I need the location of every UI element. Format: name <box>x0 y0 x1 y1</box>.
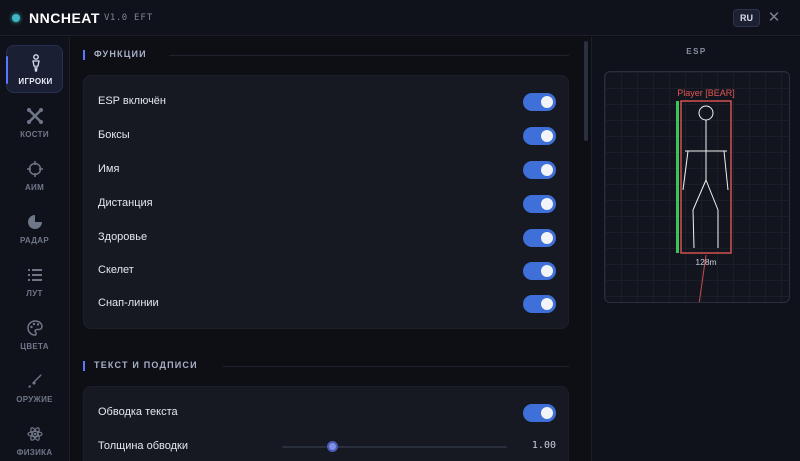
section-title-text: ФУНКЦИИ <box>94 49 147 59</box>
toggle-row-esp: ESP включён <box>84 85 570 119</box>
weapon-icon <box>6 372 63 390</box>
toggle-knob <box>541 232 553 244</box>
outline-thickness-slider[interactable] <box>282 441 507 452</box>
app-title: NNCHEAT <box>29 10 100 26</box>
list-icon <box>6 266 63 284</box>
esp-preview-frame: Player [BEAR] 128m <box>604 71 790 303</box>
sidebar-item-aim[interactable]: АИМ <box>6 152 63 200</box>
toggle-knob <box>541 298 553 310</box>
toggle-label: Снап-линии <box>98 297 159 309</box>
bones-icon <box>6 107 63 125</box>
toggle-label: Дистанция <box>98 197 153 209</box>
text-card: Обводка текста Толщина обводки 1.00 <box>83 386 569 461</box>
toggle-knob <box>541 265 553 277</box>
app-version: V1.0 <box>104 13 128 23</box>
sidebar-item-label: ЦВЕТА <box>20 342 49 351</box>
sidebar-item-loot[interactable]: ЛУТ <box>6 258 63 306</box>
sidebar-item-label: КОСТИ <box>20 130 49 139</box>
snaplines-toggle[interactable] <box>523 295 556 313</box>
toggle-row-snaplines: Снап-линии <box>84 287 570 321</box>
sidebar-item-players[interactable]: ИГРОКИ <box>6 45 63 93</box>
boxes-toggle[interactable] <box>523 127 556 145</box>
section-title-functions: ФУНКЦИИ <box>83 49 569 63</box>
slider-handle[interactable] <box>326 441 338 452</box>
main-scrollbar[interactable] <box>582 37 590 461</box>
toggle-knob <box>541 407 553 419</box>
esp-enabled-toggle[interactable] <box>523 93 556 111</box>
close-icon: ✕ <box>767 9 781 26</box>
section-title-text-labels: ТЕКСТ И ПОДПИСИ <box>83 360 569 374</box>
sidebar: ИГРОКИ КОСТИ АИМ РАДАР ЛУТ ЦВЕТА ОРУЖИЕ … <box>0 37 70 461</box>
distance-label: 128m <box>695 257 716 267</box>
esp-preview-panel: ESP Player [BEAR] 128m <box>591 37 800 461</box>
sidebar-item-radar[interactable]: РАДАР <box>6 205 63 253</box>
section-title-text: ТЕКСТ И ПОДПИСИ <box>94 360 198 370</box>
toggle-knob <box>541 130 553 142</box>
slider-value: 1.00 <box>531 440 556 451</box>
radar-icon <box>6 213 63 231</box>
sidebar-item-label: РАДАР <box>19 236 50 245</box>
toggle-knob <box>541 96 553 108</box>
main-content: ФУНКЦИИ ESP включён Боксы Имя Дистанция … <box>71 37 581 461</box>
crosshair-icon <box>6 160 63 178</box>
toggle-label: Здоровье <box>98 231 148 243</box>
functions-card: ESP включён Боксы Имя Дистанция Здоровье… <box>83 75 569 329</box>
sidebar-item-bones[interactable]: КОСТИ <box>6 99 63 147</box>
health-toggle[interactable] <box>523 229 556 247</box>
esp-preview-canvas: Player [BEAR] 128m <box>676 88 735 302</box>
slider-label: Толщина обводки <box>98 440 188 452</box>
title-bar: NNCHEAT V1.0 EFT RU ✕ <box>0 0 800 36</box>
toggle-row-outline: Обводка текста <box>84 396 570 430</box>
player-skeleton <box>682 105 729 249</box>
divider <box>223 366 569 367</box>
close-button[interactable]: ✕ <box>766 8 782 28</box>
toggle-knob <box>541 198 553 210</box>
sidebar-item-label: ЛУТ <box>26 289 43 298</box>
sidebar-item-colors[interactable]: ЦВЕТА <box>6 311 63 359</box>
player-name-label: Player [BEAR] <box>677 88 735 98</box>
toggle-label: Имя <box>98 163 120 175</box>
toggle-knob <box>541 164 553 176</box>
toggle-label: Боксы <box>98 129 130 141</box>
slider-row-outline-thickness: Толщина обводки 1.00 <box>84 430 570 461</box>
player-icon <box>7 54 64 72</box>
language-button[interactable]: RU <box>733 9 760 27</box>
palette-icon <box>6 319 63 337</box>
logo-icon <box>12 14 20 22</box>
sidebar-item-label: АИМ <box>24 183 45 192</box>
sidebar-item-label: ИГРОКИ <box>18 77 53 86</box>
toggle-row-skeleton: Скелет <box>84 254 570 288</box>
text-outline-toggle[interactable] <box>523 404 556 422</box>
scroll-thumb[interactable] <box>584 41 588 141</box>
skeleton-toggle[interactable] <box>523 262 556 280</box>
health-bar <box>676 101 679 253</box>
toggle-row-name: Имя <box>84 153 570 187</box>
preview-title: ESP <box>686 47 707 56</box>
toggle-label: Обводка текста <box>98 406 178 418</box>
section-accent <box>83 50 85 60</box>
divider <box>169 55 569 56</box>
section-accent <box>83 361 85 371</box>
toggle-row-boxes: Боксы <box>84 119 570 153</box>
physics-icon <box>6 425 63 443</box>
app-game: EFT <box>134 13 154 23</box>
distance-toggle[interactable] <box>523 195 556 213</box>
sidebar-item-weapons[interactable]: ОРУЖИЕ <box>6 364 63 412</box>
toggle-row-health: Здоровье <box>84 221 570 255</box>
sidebar-item-physics[interactable]: ФИЗИКА <box>6 417 63 461</box>
toggle-label: ESP включён <box>98 95 166 107</box>
sidebar-item-label: ОРУЖИЕ <box>16 395 53 404</box>
toggle-row-distance: Дистанция <box>84 187 570 221</box>
toggle-label: Скелет <box>98 264 134 276</box>
name-toggle[interactable] <box>523 161 556 179</box>
sidebar-item-label: ФИЗИКА <box>16 448 53 457</box>
